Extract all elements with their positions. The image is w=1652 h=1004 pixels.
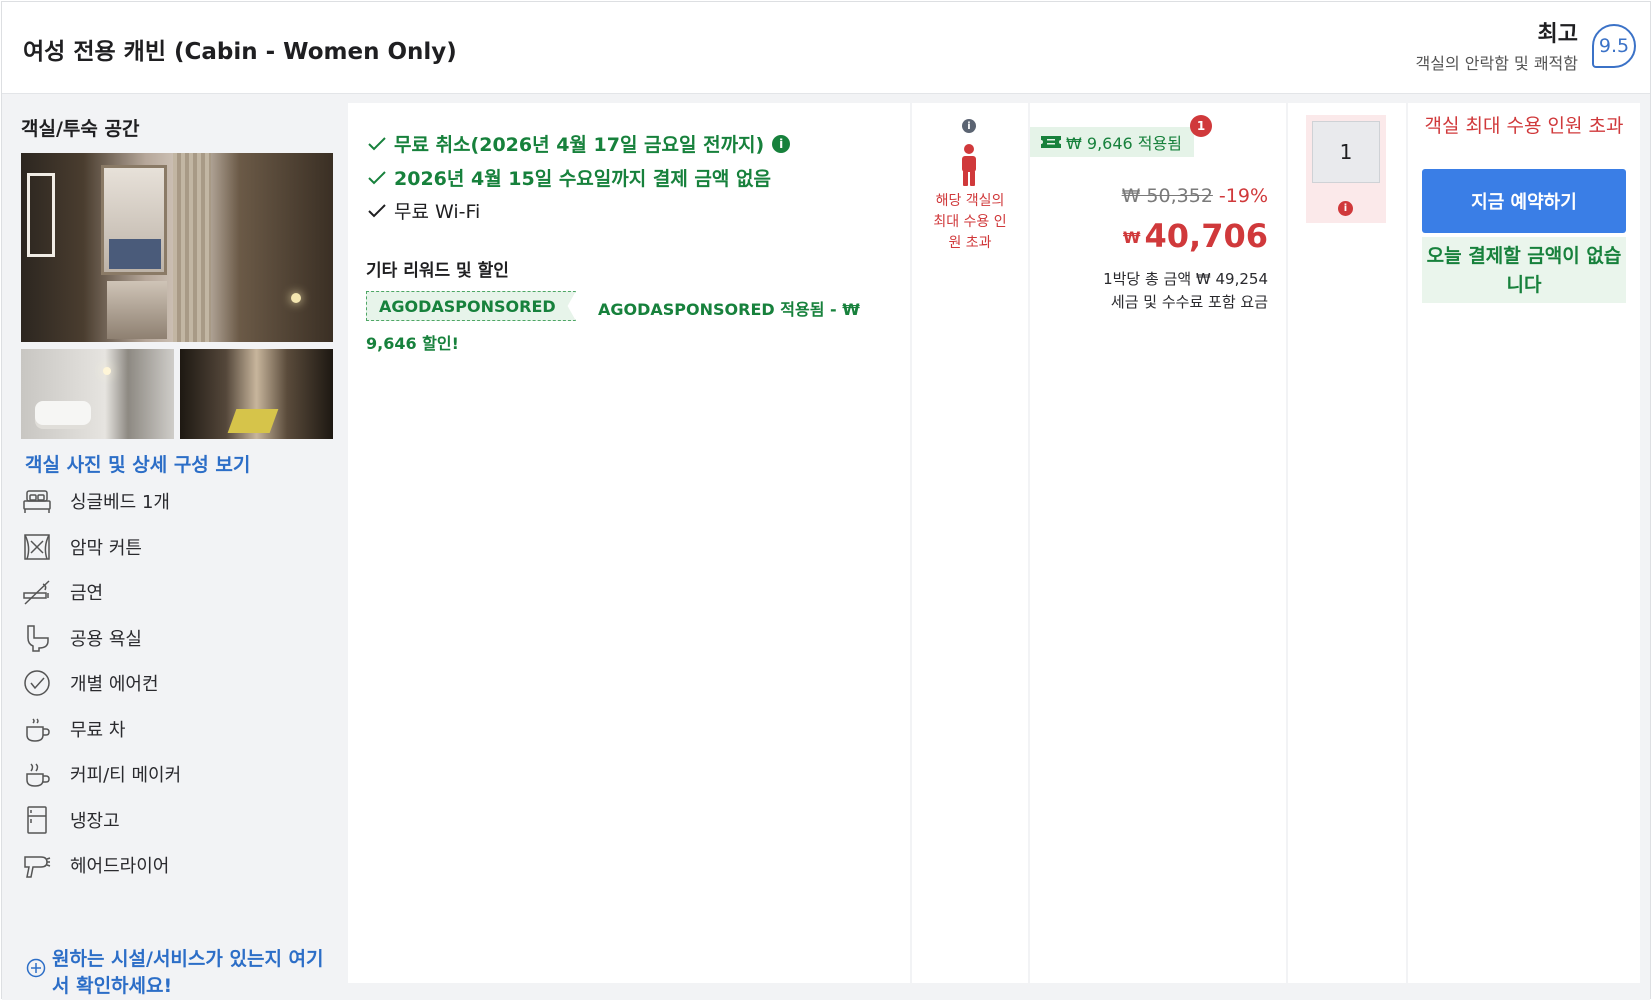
benefit-label: 무료 취소(2026년 4월 17일 금요일 전까지) <box>394 134 765 156</box>
review-summary[interactable]: 최고 객실의 안락함 및 쾌적함 9.5 <box>1416 22 1636 74</box>
info-icon[interactable]: i <box>772 134 791 153</box>
amenity-search-link-label: 원하는 시설/서비스가 있는지 여기서 확인하세요! <box>52 948 324 997</box>
amenity-item: 암막 커튼 <box>21 529 142 565</box>
amenity-label: 냉장고 <box>70 811 120 832</box>
benefit-pay-later: 2026년 4월 15일 수요일까지 결제 금액 없음 <box>366 164 771 191</box>
review-score-badge: 9.5 <box>1592 24 1636 68</box>
room-quantity-wrapper: 1 i <box>1306 115 1386 223</box>
amenity-item: 공용 욕실 <box>21 620 142 656</box>
amenity-item: 커피/티 메이커 <box>21 756 181 792</box>
person-icon <box>962 144 976 186</box>
check-icon <box>368 203 386 217</box>
check-icon <box>368 136 386 150</box>
room-card: 여성 전용 캐빈 (Cabin - Women Only) 최고 객실의 안락함… <box>1 1 1651 1000</box>
info-icon[interactable]: i <box>962 119 976 133</box>
benefit-label: 2026년 4월 15일 수요일까지 결제 금액 없음 <box>394 168 771 190</box>
amenity-item: 싱글베드 1개 <box>21 483 170 519</box>
amenity-item: 개별 에어컨 <box>21 665 159 701</box>
book-now-button[interactable]: 지금 예약하기 <box>1422 169 1626 233</box>
room-quantity-select[interactable]: 1 <box>1312 121 1380 183</box>
toilet-icon <box>27 625 49 652</box>
tea-icon <box>26 718 50 742</box>
occupancy-column: i 해당 객실의 최대 수용 인원 초과 <box>912 103 1028 983</box>
review-category: 객실의 안락함 및 쾌적함 <box>1415 54 1578 73</box>
other-rewards-title: 기타 리워드 및 할인 <box>366 261 509 281</box>
amenity-label: 헤어드라이어 <box>70 856 170 877</box>
benefit-label: 무료 Wi-Fi <box>394 201 481 223</box>
price-amount: 40,706 <box>1144 217 1268 255</box>
benefits-column: 무료 취소(2026년 4월 17일 금요일 전까지) i 2026년 4월 1… <box>348 103 910 983</box>
amenity-label: 암막 커튼 <box>70 538 142 559</box>
coupon-description: AGODASPONSORED 적용됨 - ₩ 9,646 할인! <box>366 300 860 353</box>
amenity-label: 금연 <box>70 583 104 604</box>
benefit-free-cancel: 무료 취소(2026년 4월 17일 금요일 전까지) i <box>366 130 791 157</box>
occupancy-warning: 해당 객실의 최대 수용 인원 초과 <box>933 193 1007 251</box>
fridge-icon <box>27 806 47 834</box>
amenity-label: 개별 에어컨 <box>70 674 159 695</box>
amenity-item: 금연 <box>21 574 103 610</box>
price-currency: ₩ <box>1122 228 1141 247</box>
room-body: 객실/투숙 공간 객실 사진 및 상세 구성 보기 싱글베드 1개 암막 커튼 <box>2 94 1650 1000</box>
benefit-wifi: 무료 Wi-Fi <box>366 197 480 224</box>
room-title: 여성 전용 캐빈 (Cabin - Women Only) <box>23 39 457 65</box>
price-column: ₩ 9,646 적용됨 1 ₩ 50,352 -19% ₩40,706 1박당 총… <box>1030 103 1286 983</box>
booking-warning: 객실 최대 수용 인원 초과 <box>1424 115 1624 137</box>
coupon-ticket-icon <box>1041 136 1061 148</box>
tax-note: 세금 및 수수료 포함 요금 <box>1110 293 1268 311</box>
deal-count-badge: 1 <box>1190 115 1212 137</box>
room-photo-thumb-1[interactable] <box>21 349 174 439</box>
check-circle-icon <box>24 670 50 696</box>
room-photo-thumb-2[interactable] <box>180 349 333 439</box>
original-price-row: ₩ 50,352 -19% <box>1122 185 1268 207</box>
amenity-item: 무료 차 <box>21 711 125 747</box>
deal-badge[interactable]: ₩ 9,646 적용됨 <box>1030 127 1194 157</box>
pay-today-note: 오늘 결제할 금액이 없습니다 <box>1422 237 1626 303</box>
curtain-icon <box>24 534 50 560</box>
bed-icon <box>23 490 51 513</box>
coffee-maker-icon <box>26 763 50 787</box>
hairdryer-icon <box>24 856 51 878</box>
amenity-label: 커피/티 메이커 <box>70 765 182 786</box>
room-header: 여성 전용 캐빈 (Cabin - Women Only) 최고 객실의 안락함… <box>2 2 1650 94</box>
booking-column: 객실 최대 수용 인원 초과 지금 예약하기 오늘 결제할 금액이 없습니다 <box>1408 103 1640 983</box>
per-night-total: 1박당 총 금액 ₩ 49,254 <box>1103 270 1268 288</box>
error-icon[interactable]: i <box>1338 201 1353 216</box>
check-icon <box>368 170 386 184</box>
review-text: 최고 객실의 안락함 및 쾌적함 <box>1416 22 1578 74</box>
amenity-item: 냉장고 <box>21 802 120 838</box>
review-word: 최고 <box>1537 22 1578 47</box>
deal-badge-label: ₩ 9,646 적용됨 <box>1066 134 1182 153</box>
view-room-photos-link[interactable]: 객실 사진 및 상세 구성 보기 <box>25 450 250 477</box>
amenity-search-link[interactable]: 원하는 시설/서비스가 있는지 여기서 확인하세요! <box>26 946 331 1000</box>
room-info-panel: 객실/투숙 공간 객실 사진 및 상세 구성 보기 싱글베드 1개 암막 커튼 <box>2 94 347 1000</box>
no-smoking-icon <box>23 580 50 605</box>
original-price: ₩ 50,352 <box>1121 185 1213 207</box>
final-price: ₩40,706 <box>1123 217 1268 255</box>
quantity-column: 1 i <box>1288 103 1406 983</box>
plus-circle-icon <box>26 958 46 978</box>
amenity-label: 무료 차 <box>70 720 126 741</box>
amenity-label: 싱글베드 1개 <box>70 492 170 513</box>
discount-percent: -19% <box>1218 185 1268 207</box>
room-photo-main[interactable] <box>21 153 333 342</box>
amenity-item: 헤어드라이어 <box>21 847 169 883</box>
room-info-title: 객실/투숙 공간 <box>21 118 140 140</box>
amenity-label: 공용 욕실 <box>70 629 142 650</box>
